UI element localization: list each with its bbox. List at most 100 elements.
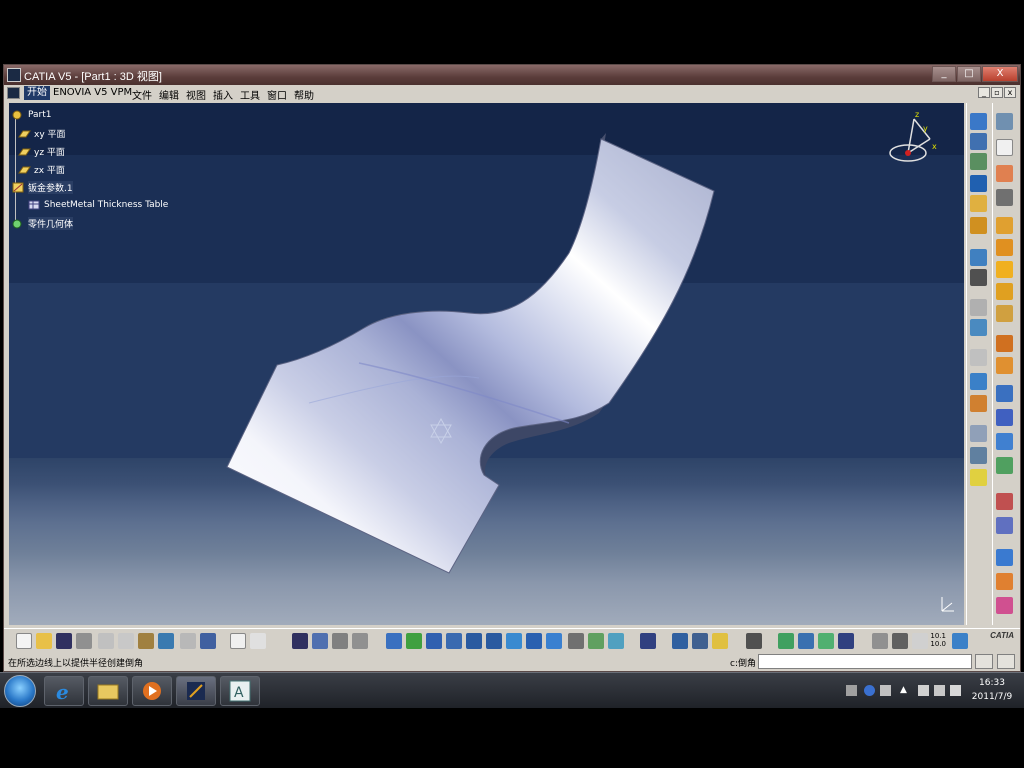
save-icon[interactable] [56, 633, 72, 649]
save-management-tool[interactable] [970, 269, 987, 286]
iso-view-icon[interactable] [546, 633, 562, 649]
mirror-tool[interactable] [996, 409, 1013, 426]
catalog-tool[interactable] [996, 597, 1013, 614]
compass-icon[interactable]: z y x [886, 109, 946, 169]
globe-icon[interactable] [892, 633, 908, 649]
mass-icon[interactable] [712, 633, 728, 649]
design-table-icon[interactable] [292, 633, 308, 649]
flag-icon[interactable] [918, 685, 929, 696]
analysis-tool[interactable] [996, 189, 1013, 206]
cutout-tool[interactable] [970, 195, 987, 212]
keyboard-icon[interactable] [846, 685, 857, 696]
catia-app-icon[interactable] [7, 68, 21, 82]
hole-tool[interactable] [996, 335, 1013, 352]
axis-tool[interactable] [970, 447, 987, 464]
start-orb-icon[interactable] [4, 675, 36, 707]
tree-item-part1[interactable]: Part1 [11, 109, 52, 120]
ime-icon[interactable] [880, 685, 891, 696]
menu-window[interactable]: 窗口 [267, 87, 287, 102]
close-button[interactable]: X [982, 66, 1018, 82]
sheetmetal-params-tool[interactable] [970, 113, 987, 130]
print-icon[interactable] [76, 633, 92, 649]
fly-mode-icon[interactable] [386, 633, 402, 649]
sketch-tool[interactable] [996, 113, 1013, 130]
measure-between-icon[interactable] [672, 633, 688, 649]
window-titlebar[interactable]: CATIA V5 - [Part1 : 3D 视图] _ □ X [4, 65, 1020, 85]
tree-item-thickness-table[interactable]: SheetMetal Thickness Table [27, 199, 168, 210]
file-explorer-icon[interactable] [88, 676, 128, 706]
swap-space-icon[interactable] [608, 633, 624, 649]
menu-help[interactable]: 帮助 [294, 87, 314, 102]
menu-enovia[interactable]: ENOVIA V5 VPM [53, 87, 132, 98]
layer-icon[interactable] [838, 633, 854, 649]
stamp-tool[interactable] [970, 217, 987, 234]
part-surface[interactable] [226, 138, 715, 574]
measure-tool[interactable] [996, 549, 1013, 566]
document-icon[interactable] [7, 87, 20, 99]
list-icon[interactable] [352, 633, 368, 649]
catalog-browser-icon[interactable] [952, 633, 968, 649]
unfold-tool[interactable] [970, 249, 987, 266]
redo-icon[interactable] [180, 633, 196, 649]
multi-view-icon[interactable] [526, 633, 542, 649]
axis-icon[interactable] [912, 633, 928, 649]
update-icon[interactable] [640, 633, 656, 649]
render-icon[interactable] [818, 633, 834, 649]
cut-icon[interactable] [98, 633, 114, 649]
lock-icon[interactable] [332, 633, 348, 649]
menu-edit[interactable]: 编辑 [159, 87, 179, 102]
doc-minimize-button[interactable]: _ [978, 87, 990, 98]
undo-icon[interactable] [158, 633, 174, 649]
autocad-text-icon[interactable]: A [220, 676, 260, 706]
translate-tool[interactable] [996, 433, 1013, 450]
catia-taskbar-icon[interactable] [176, 676, 216, 706]
internet-explorer-icon[interactable]: e [44, 676, 84, 706]
line-tool[interactable] [970, 425, 987, 442]
clock-time[interactable]: 16:33 [970, 678, 1014, 688]
fit-all-icon[interactable] [406, 633, 422, 649]
calc-precision[interactable]: 10.1 10.0 [930, 632, 946, 648]
rotate-view-icon[interactable] [446, 633, 462, 649]
paste-icon[interactable] [138, 633, 154, 649]
pan-icon[interactable] [426, 633, 442, 649]
tree-item-part-body[interactable]: 零件几何体 [11, 217, 74, 230]
hopper-tool[interactable] [970, 175, 987, 192]
tree-item-sheetmetal-params[interactable]: 钣金参数.1 [11, 181, 73, 194]
media-player-icon[interactable] [132, 676, 172, 706]
menu-insert[interactable]: 插入 [213, 87, 233, 102]
pattern-tool[interactable] [996, 385, 1013, 402]
new-file-icon[interactable] [16, 633, 32, 649]
material-icon[interactable] [778, 633, 794, 649]
network-icon[interactable] [934, 685, 945, 696]
corner-tool[interactable] [996, 217, 1013, 234]
wall-tool[interactable] [970, 133, 987, 150]
select-cursor-tool[interactable] [996, 139, 1013, 156]
formula-tool[interactable] [996, 573, 1013, 590]
help-icon[interactable] [864, 685, 875, 696]
doc-close-button[interactable]: x [1004, 87, 1016, 98]
open-folder-icon[interactable] [36, 633, 52, 649]
menu-start[interactable]: 开始 [24, 86, 50, 100]
circular-cutout-tool[interactable] [996, 357, 1013, 374]
comment-icon[interactable] [250, 633, 266, 649]
swept-wall-tool[interactable] [996, 305, 1013, 322]
formula-fx-icon[interactable] [230, 633, 246, 649]
shading-icon[interactable] [568, 633, 584, 649]
point-tool[interactable] [970, 349, 987, 366]
active-edit-tool[interactable] [996, 165, 1013, 182]
knowledge-icon[interactable] [872, 633, 888, 649]
maximize-button[interactable]: □ [957, 66, 981, 82]
sketch-plane-tool[interactable] [970, 469, 987, 486]
zoom-in-icon[interactable] [466, 633, 482, 649]
copy-icon[interactable] [118, 633, 134, 649]
zoom-out-icon[interactable] [486, 633, 502, 649]
volume-icon[interactable] [950, 685, 961, 696]
view-tool[interactable] [970, 299, 987, 316]
plane-tool[interactable] [970, 373, 987, 390]
normal-view-icon[interactable] [506, 633, 522, 649]
stop-command-button[interactable] [975, 654, 993, 669]
apply-material-icon[interactable] [798, 633, 814, 649]
rotate-tool[interactable] [996, 457, 1013, 474]
minimize-button[interactable]: _ [932, 66, 956, 82]
measure-item-icon[interactable] [692, 633, 708, 649]
